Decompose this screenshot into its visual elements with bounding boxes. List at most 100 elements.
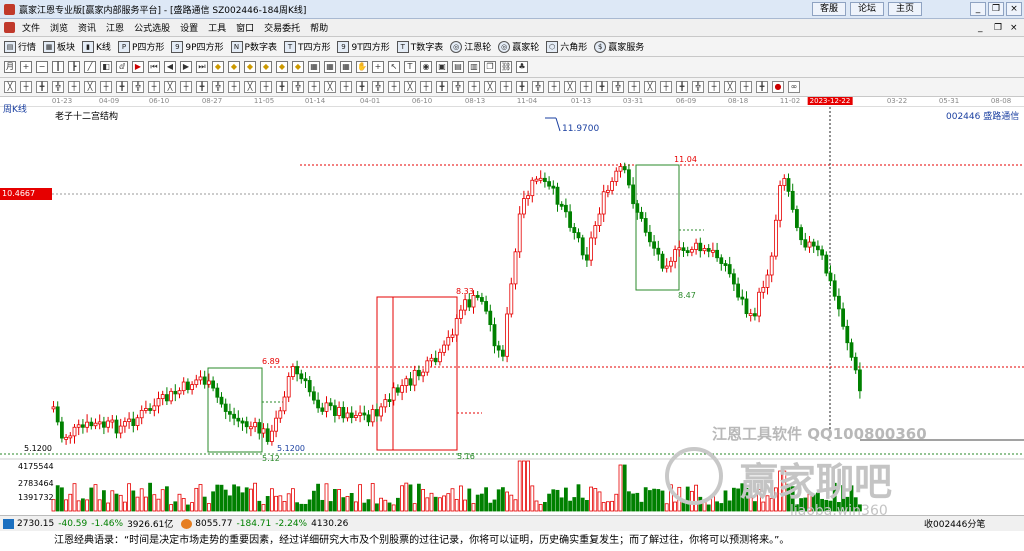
pin-icon[interactable]: ⅆ [116, 61, 128, 73]
tool-an-icon[interactable]: ┼ [628, 81, 640, 93]
restore-icon[interactable]: ❐ [988, 2, 1004, 16]
tool-ac-icon[interactable]: ╬ [452, 81, 464, 93]
tool-m-icon[interactable]: ╋ [196, 81, 208, 93]
toolbar-t-square[interactable]: T T四方形 [283, 40, 330, 53]
candle-icon[interactable]: ┃ [52, 61, 64, 73]
tool-i-icon[interactable]: ╬ [132, 81, 144, 93]
tool-a-icon[interactable]: ╳ [4, 81, 16, 93]
diamond-4-icon[interactable]: ◆ [260, 61, 272, 73]
menu-gann[interactable]: 江恩 [101, 21, 129, 34]
tool-y-icon[interactable]: ┼ [388, 81, 400, 93]
tool-af-icon[interactable]: ┼ [500, 81, 512, 93]
menu-help[interactable]: 帮助 [305, 21, 333, 34]
print-icon[interactable]: ▥ [468, 61, 480, 73]
last-icon[interactable]: ⏭ [196, 61, 208, 73]
flag-icon[interactable]: ▶ [132, 61, 144, 73]
tool-q-icon[interactable]: ┼ [260, 81, 272, 93]
menu-tools[interactable]: 工具 [203, 21, 231, 34]
hold-icon[interactable]: ◧ [100, 61, 112, 73]
tool-au-icon[interactable]: ┼ [740, 81, 752, 93]
zoom-in-icon[interactable]: + [20, 61, 32, 73]
infinity-icon[interactable]: ∞ [788, 81, 800, 93]
tool-z-icon[interactable]: ╳ [404, 81, 416, 93]
tool-c-icon[interactable]: ╋ [36, 81, 48, 93]
toolbar-sector[interactable]: ▦ 板块 [43, 40, 75, 53]
tool-f-icon[interactable]: ╳ [84, 81, 96, 93]
spiral-icon[interactable]: ◉ [420, 61, 432, 73]
tool-w-icon[interactable]: ╋ [356, 81, 368, 93]
toolbar-9t-square[interactable]: 9 9T四方形 [337, 40, 390, 53]
toolbar-gann-wheel[interactable]: ◎ 江恩轮 [450, 40, 491, 53]
tool-r-icon[interactable]: ╋ [276, 81, 288, 93]
toolbar-p-square[interactable]: P P四方形 [117, 40, 164, 53]
tool-ah-icon[interactable]: ╬ [532, 81, 544, 93]
close-icon[interactable]: × [1006, 2, 1022, 16]
prev-icon[interactable]: ◀ [164, 61, 176, 73]
menu-file[interactable]: 文件 [17, 21, 45, 34]
tool-ap-icon[interactable]: ┼ [660, 81, 672, 93]
diamond-6-icon[interactable]: ◆ [292, 61, 304, 73]
toolbar-p-table[interactable]: N P数字表 [230, 40, 277, 53]
tool-k-icon[interactable]: ╳ [164, 81, 176, 93]
tool-aq-icon[interactable]: ╋ [676, 81, 688, 93]
tool-ak-icon[interactable]: ┼ [580, 81, 592, 93]
tool-ar-icon[interactable]: ╬ [692, 81, 704, 93]
diamond-1-icon[interactable]: ◆ [212, 61, 224, 73]
tree-icon[interactable]: ♣ [516, 61, 528, 73]
toolbar-t-table[interactable]: T T数字表 [396, 40, 443, 53]
cross-icon[interactable]: + [372, 61, 384, 73]
menu-info[interactable]: 资讯 [73, 21, 101, 34]
tool-ai-icon[interactable]: ┼ [548, 81, 560, 93]
tool-ab-icon[interactable]: ╋ [436, 81, 448, 93]
customer-service-button[interactable]: 客服 [812, 2, 846, 16]
first-icon[interactable]: ⏮ [148, 61, 160, 73]
diamond-2-icon[interactable]: ◆ [228, 61, 240, 73]
tool-h-icon[interactable]: ╋ [116, 81, 128, 93]
tool-at-icon[interactable]: ╳ [724, 81, 736, 93]
color-icon[interactable]: ● [772, 81, 784, 93]
tool-d-icon[interactable]: ╬ [52, 81, 64, 93]
tool-n-icon[interactable]: ╬ [212, 81, 224, 93]
tool-aa-icon[interactable]: ┼ [420, 81, 432, 93]
kline-chart[interactable]: 周K线 老子十二宫结构 002446 盛路通信 10.4667 11.9700 … [0, 105, 1024, 519]
tool-t-icon[interactable]: ┼ [308, 81, 320, 93]
homepage-button[interactable]: 主页 [888, 2, 922, 16]
calendar-icon[interactable]: ▣ [436, 61, 448, 73]
toolbar-quotes[interactable]: ▤ 行情 [4, 40, 36, 53]
tool-ao-icon[interactable]: ╳ [644, 81, 656, 93]
toolbar-winner-wheel[interactable]: ◎ 赢家轮 [498, 40, 539, 53]
toolbar-service[interactable]: $ 赢家服务 [594, 40, 644, 53]
hand-icon[interactable]: ✋ [356, 61, 368, 73]
tool-as-icon[interactable]: ┼ [708, 81, 720, 93]
next-icon[interactable]: ▶ [180, 61, 192, 73]
menu-minimize-icon[interactable]: _ [978, 23, 983, 33]
tool-b-icon[interactable]: ┼ [20, 81, 32, 93]
window-icon[interactable]: ❐ [484, 61, 496, 73]
tool-p-icon[interactable]: ╳ [244, 81, 256, 93]
grid-3-icon[interactable]: ▦ [340, 61, 352, 73]
tool-e-icon[interactable]: ┼ [68, 81, 80, 93]
period-icon[interactable]: 月 [4, 61, 16, 73]
tool-x-icon[interactable]: ╬ [372, 81, 384, 93]
tool-ae-icon[interactable]: ╳ [484, 81, 496, 93]
menu-window[interactable]: 窗口 [231, 21, 259, 34]
tool-al-icon[interactable]: ╋ [596, 81, 608, 93]
grid-1-icon[interactable]: ▦ [308, 61, 320, 73]
bar-icon[interactable]: ┣ [68, 61, 80, 73]
menu-formula[interactable]: 公式选股 [129, 21, 175, 34]
tool-v-icon[interactable]: ┼ [340, 81, 352, 93]
arrow-icon[interactable]: ↖ [388, 61, 400, 73]
tool-j-icon[interactable]: ┼ [148, 81, 160, 93]
tool-am-icon[interactable]: ╬ [612, 81, 624, 93]
grid-2-icon[interactable]: ▦ [324, 61, 336, 73]
menu-trade[interactable]: 交易委托 [259, 21, 305, 34]
tool-o-icon[interactable]: ┼ [228, 81, 240, 93]
minimize-icon[interactable]: _ [970, 2, 986, 16]
toolbar-hexagon[interactable]: ⬡ 六角形 [546, 40, 587, 53]
diamond-3-icon[interactable]: ◆ [244, 61, 256, 73]
menu-restore-icon[interactable]: ❐ [994, 23, 1002, 33]
save-icon[interactable]: ▤ [452, 61, 464, 73]
line-icon[interactable]: ╱ [84, 61, 96, 73]
tool-l-icon[interactable]: ┼ [180, 81, 192, 93]
menu-settings[interactable]: 设置 [175, 21, 203, 34]
